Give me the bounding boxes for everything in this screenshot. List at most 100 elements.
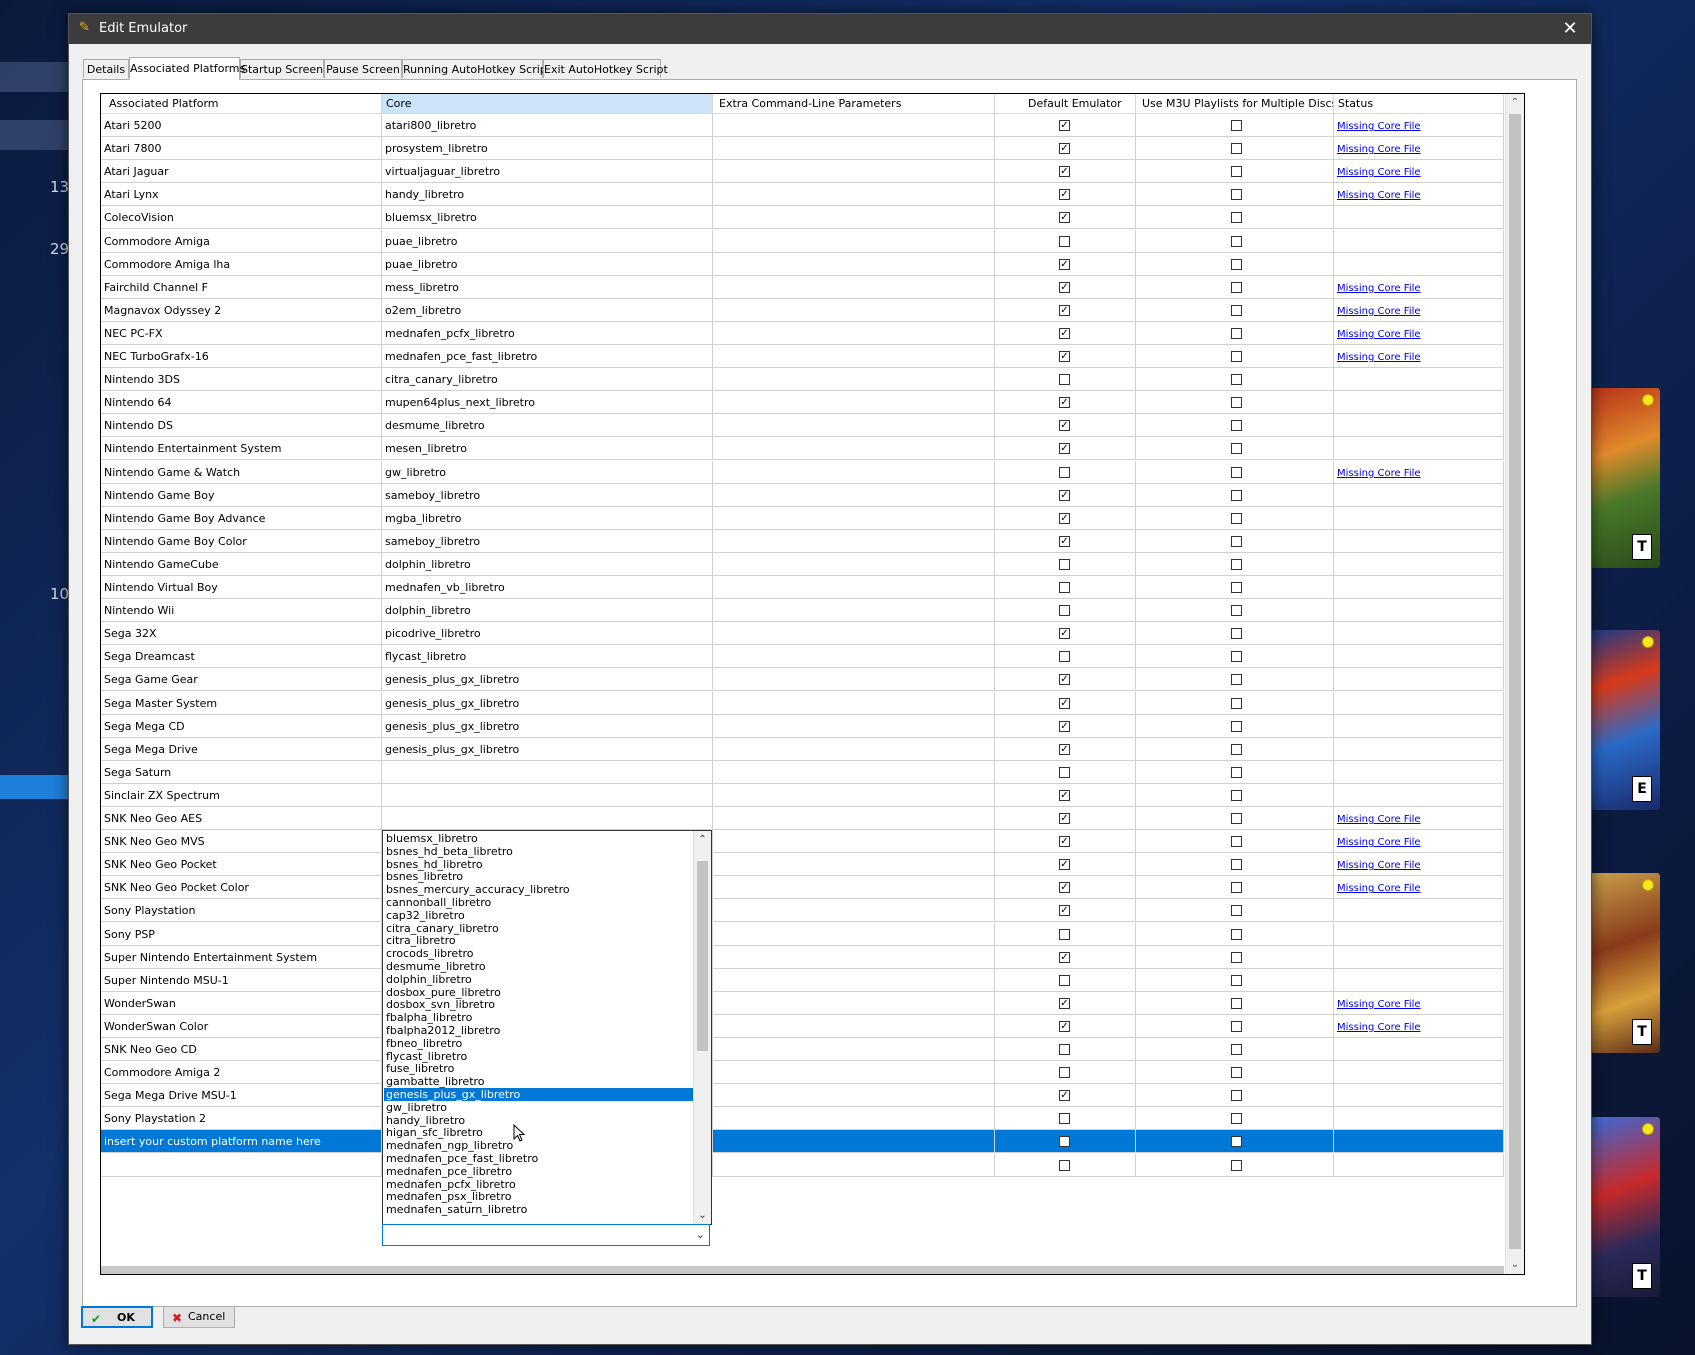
scroll-down-icon[interactable]: ⌄: [1506, 1256, 1524, 1274]
default-emulator-checkbox[interactable]: ✓: [1059, 743, 1070, 755]
tab-exit-autohotkey-script[interactable]: Exit AutoHotkey Script: [543, 59, 668, 78]
default-emulator-cell[interactable]: ✓: [995, 345, 1136, 369]
default-emulator-checkbox[interactable]: ✓: [1059, 143, 1070, 155]
m3u-cell[interactable]: [1136, 922, 1334, 946]
status-cell[interactable]: [1334, 1153, 1504, 1177]
platform-cell[interactable]: Magnavox Odyssey 2: [101, 298, 382, 322]
m3u-checkbox[interactable]: [1231, 489, 1242, 501]
table-row[interactable]: SNK Neo Geo CD: [101, 1038, 1504, 1062]
default-emulator-cell[interactable]: ✓: [995, 206, 1136, 230]
platform-cell[interactable]: [101, 1153, 382, 1177]
default-emulator-cell[interactable]: [995, 922, 1136, 946]
m3u-checkbox[interactable]: [1231, 882, 1242, 894]
default-emulator-cell[interactable]: [995, 968, 1136, 992]
extra-params-cell[interactable]: [713, 853, 995, 877]
m3u-cell[interactable]: [1136, 1084, 1334, 1108]
status-cell[interactable]: Missing Core File: [1334, 183, 1504, 207]
platform-cell[interactable]: SNK Neo Geo AES: [101, 807, 382, 831]
default-emulator-cell[interactable]: ✓: [995, 437, 1136, 461]
default-emulator-cell[interactable]: ✓: [995, 668, 1136, 692]
m3u-cell[interactable]: [1136, 1038, 1334, 1062]
default-emulator-checkbox[interactable]: ✓: [1059, 789, 1070, 801]
table-row[interactable]: Atari Lynx handy_libretro ✓ Missing Core Fi…: [101, 183, 1504, 207]
extra-params-cell[interactable]: [713, 876, 995, 900]
default-emulator-checkbox[interactable]: ✓: [1059, 674, 1070, 686]
status-cell[interactable]: [1334, 483, 1504, 507]
platform-cell[interactable]: Sega 32X: [101, 622, 382, 646]
table-row[interactable]: Sega Master System genesis_plus_gx_libret…: [101, 691, 1504, 715]
default-emulator-cell[interactable]: ✓: [995, 160, 1136, 184]
table-row[interactable]: Sinclair ZX Spectrum ✓: [101, 783, 1504, 807]
m3u-checkbox[interactable]: [1231, 836, 1242, 848]
m3u-checkbox[interactable]: [1231, 628, 1242, 640]
platform-cell[interactable]: WonderSwan: [101, 991, 382, 1015]
core-cell[interactable]: mesen_libretro: [382, 437, 713, 461]
extra-params-cell[interactable]: [713, 506, 995, 530]
dropdown-option[interactable]: cap32_libretro: [384, 909, 693, 922]
m3u-cell[interactable]: [1136, 807, 1334, 831]
platform-cell[interactable]: Sega Dreamcast: [101, 645, 382, 669]
dropdown-option[interactable]: crocods_libretro: [384, 947, 693, 960]
default-emulator-checkbox[interactable]: ✓: [1059, 166, 1070, 178]
default-emulator-checkbox[interactable]: ✓: [1059, 720, 1070, 732]
m3u-checkbox[interactable]: [1231, 166, 1242, 178]
default-emulator-cell[interactable]: [995, 1038, 1136, 1062]
default-emulator-checkbox[interactable]: [1059, 1159, 1070, 1171]
default-emulator-checkbox[interactable]: ✓: [1059, 813, 1070, 825]
m3u-checkbox[interactable]: [1231, 120, 1242, 132]
table-row[interactable]: Sega Mega Drive genesis_plus_gx_libretro ✓: [101, 737, 1504, 761]
default-emulator-cell[interactable]: ✓: [995, 391, 1136, 415]
core-cell[interactable]: [382, 807, 713, 831]
tab-pause-screen[interactable]: Pause Screen: [324, 59, 402, 78]
m3u-cell[interactable]: [1136, 183, 1334, 207]
default-emulator-cell[interactable]: ✓: [995, 529, 1136, 553]
extra-params-cell[interactable]: [713, 1107, 995, 1131]
default-emulator-checkbox[interactable]: ✓: [1059, 120, 1070, 132]
default-emulator-checkbox[interactable]: [1059, 558, 1070, 570]
status-cell[interactable]: [1334, 760, 1504, 784]
core-cell[interactable]: bluemsx_libretro: [382, 206, 713, 230]
m3u-cell[interactable]: [1136, 760, 1334, 784]
table-row[interactable]: SNK Neo Geo AES ✓ Missing Core File: [101, 807, 1504, 831]
default-emulator-cell[interactable]: [995, 552, 1136, 576]
core-cell[interactable]: picodrive_libretro: [382, 622, 713, 646]
status-cell[interactable]: [1334, 1061, 1504, 1085]
platform-cell[interactable]: Nintendo Wii: [101, 599, 382, 623]
tab-running-autohotkey-script[interactable]: Running AutoHotkey Script: [402, 59, 551, 78]
extra-params-cell[interactable]: [713, 483, 995, 507]
m3u-cell[interactable]: [1136, 876, 1334, 900]
core-cell[interactable]: mess_libretro: [382, 275, 713, 299]
default-emulator-cell[interactable]: ✓: [995, 183, 1136, 207]
status-cell[interactable]: [1334, 1038, 1504, 1062]
default-emulator-checkbox[interactable]: ✓: [1059, 951, 1070, 963]
platform-cell[interactable]: SNK Neo Geo Pocket: [101, 853, 382, 877]
default-emulator-checkbox[interactable]: ✓: [1059, 189, 1070, 201]
extra-params-cell[interactable]: [713, 783, 995, 807]
core-cell[interactable]: desmume_libretro: [382, 414, 713, 438]
table-row[interactable]: Fairchild Channel Fmess_libretro ✓ Missing…: [101, 275, 1504, 299]
table-row[interactable]: Sega Saturn: [101, 760, 1504, 784]
default-emulator-cell[interactable]: ✓: [995, 114, 1136, 138]
extra-params-cell[interactable]: [713, 275, 995, 299]
dropdown-option[interactable]: dolphin_libretro: [384, 973, 693, 986]
default-emulator-cell[interactable]: ✓: [995, 783, 1136, 807]
default-emulator-cell[interactable]: ✓: [995, 830, 1136, 854]
default-emulator-checkbox[interactable]: ✓: [1059, 836, 1070, 848]
title-bar[interactable]: ✎ Edit Emulator ✕: [69, 14, 1591, 44]
default-emulator-cell[interactable]: ✓: [995, 691, 1136, 715]
ok-button[interactable]: ✔ OK: [81, 1306, 153, 1328]
platform-cell[interactable]: Commodore Amiga 2: [101, 1061, 382, 1085]
m3u-cell[interactable]: [1136, 1014, 1334, 1038]
status-cell[interactable]: [1334, 391, 1504, 415]
table-row[interactable]: Nintendo Game Boy sameboy_libretro ✓: [101, 483, 1504, 507]
core-dropdown-list[interactable]: bluemsx_libretro bsnes_hd_beta_libretro bs…: [382, 830, 712, 1225]
m3u-cell[interactable]: [1136, 737, 1334, 761]
status-cell[interactable]: [1334, 229, 1504, 253]
game-cover[interactable]: T: [1590, 388, 1660, 568]
m3u-cell[interactable]: [1136, 114, 1334, 138]
status-cell[interactable]: Missing Core File: [1334, 160, 1504, 184]
table-row[interactable]: ColecoVision bluemsx_libretro ✓: [101, 206, 1504, 230]
m3u-cell[interactable]: [1136, 345, 1334, 369]
m3u-checkbox[interactable]: [1231, 327, 1242, 339]
default-emulator-checkbox[interactable]: [1059, 928, 1070, 940]
